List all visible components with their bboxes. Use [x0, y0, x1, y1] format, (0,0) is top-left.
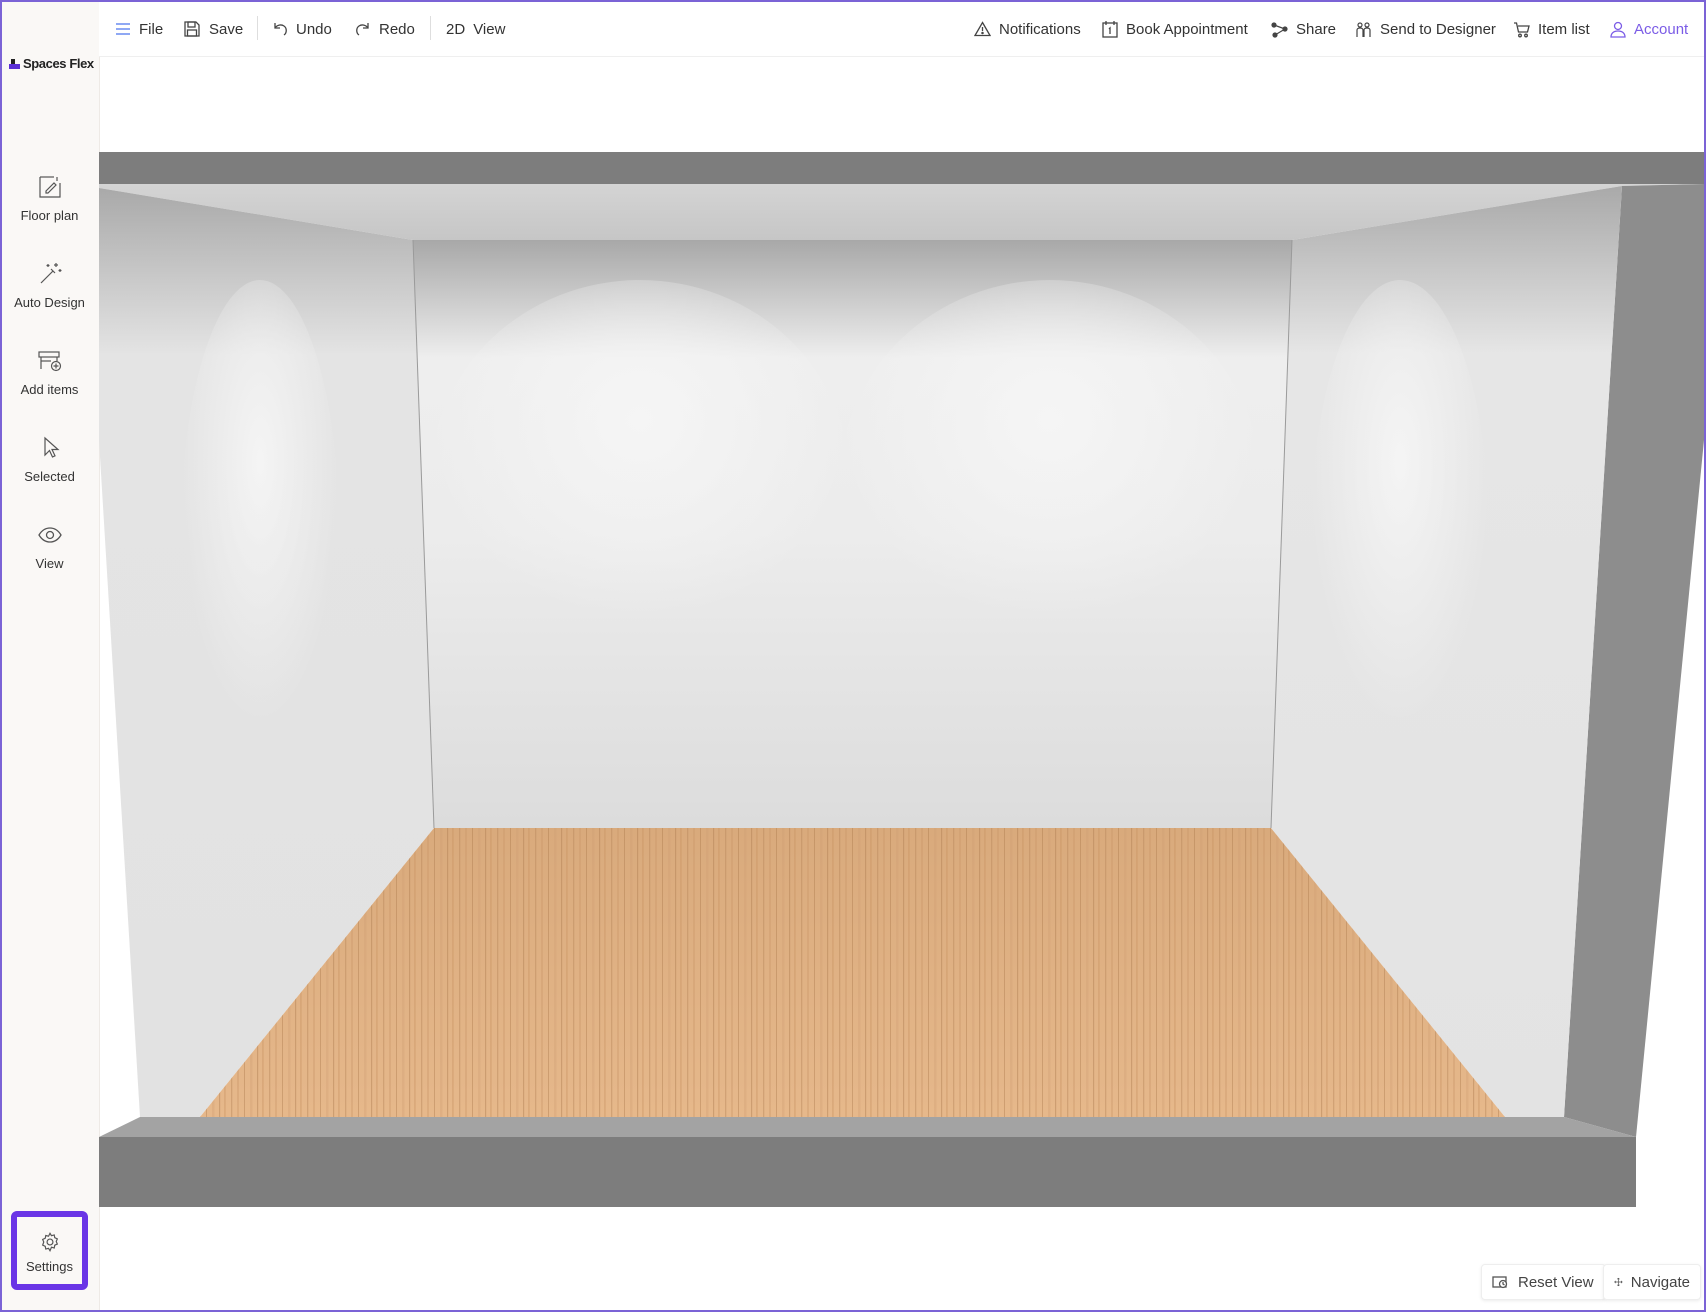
- send-to-designer-button[interactable]: Send to Designer: [1355, 18, 1496, 40]
- base-outer-band: [99, 1137, 1636, 1207]
- add-items-icon: [37, 351, 61, 372]
- sidebar-item-label: Floor plan: [20, 208, 79, 223]
- sidebar-item-view[interactable]: View: [0, 522, 99, 571]
- move-arrows-icon: [1614, 1277, 1623, 1287]
- book-appointment-button[interactable]: Book Appointment: [1102, 18, 1248, 40]
- undo-icon: [274, 23, 287, 36]
- navigate-label: Navigate: [1630, 1273, 1690, 1291]
- magic-wand-icon: [40, 263, 61, 284]
- redo-icon: [356, 23, 369, 36]
- sidebar-item-add-items[interactable]: Add items: [0, 348, 99, 397]
- undo-button[interactable]: Undo: [272, 18, 332, 40]
- cart-icon: [1514, 21, 1530, 37]
- sidebar-item-label: Add items: [20, 382, 79, 397]
- item-list-button[interactable]: Item list: [1513, 18, 1590, 40]
- account-label: Account: [1634, 20, 1689, 38]
- settings-label: Settings: [26, 1259, 73, 1274]
- brand-name: Spaces Flex: [23, 56, 94, 71]
- logo-mark-icon: [9, 59, 20, 69]
- sidebar-item-label: View: [35, 556, 64, 571]
- hamburger-menu-icon: [116, 23, 130, 35]
- light-spot: [1310, 280, 1490, 800]
- 3d-room-viewport[interactable]: [99, 152, 1704, 1207]
- reset-view-icon: [1492, 1276, 1508, 1289]
- item-list-label: Item list: [1538, 20, 1590, 38]
- share-label: Share: [1296, 20, 1337, 38]
- redo-label: Redo: [379, 20, 415, 38]
- save-button[interactable]: Save: [183, 18, 243, 40]
- share-icon: [1271, 21, 1288, 38]
- sidebar-item-floor-plan[interactable]: Floor plan: [0, 174, 99, 223]
- share-button[interactable]: Share: [1271, 18, 1336, 40]
- reset-view-label: Reset View: [1518, 1273, 1594, 1291]
- sidebar-item-selected[interactable]: Selected: [0, 435, 99, 484]
- view-mode-label: 2D: [446, 20, 466, 38]
- user-icon: [1610, 21, 1626, 38]
- light-spot: [430, 280, 850, 680]
- toolbar-divider: [430, 16, 431, 40]
- light-spot: [180, 280, 340, 800]
- toolbar-divider: [257, 16, 258, 40]
- send-to-designer-label: Send to Designer: [1380, 20, 1496, 38]
- sidebar-item-auto-design[interactable]: Auto Design: [0, 261, 99, 310]
- file-menu-button[interactable]: File: [115, 18, 163, 40]
- account-button[interactable]: Account: [1610, 18, 1688, 40]
- redo-button[interactable]: Redo: [355, 18, 415, 40]
- notifications-button[interactable]: Notifications: [974, 18, 1081, 40]
- ceiling-outer-band: [99, 152, 1704, 184]
- save-icon: [184, 21, 200, 37]
- navigate-button[interactable]: Navigate: [1603, 1264, 1701, 1300]
- undo-label: Undo: [296, 20, 332, 38]
- cursor-icon: [43, 436, 60, 458]
- eye-icon: [37, 527, 62, 543]
- settings-button[interactable]: Settings: [11, 1211, 88, 1290]
- left-sidebar: Spaces Flex Floor plan Auto Design Add i…: [0, 0, 100, 1312]
- top-toolbar: File Save Undo Redo 2D View Notification…: [99, 0, 1704, 57]
- 2d-view-toggle[interactable]: 2D View: [446, 18, 505, 40]
- file-label: File: [139, 20, 164, 38]
- designer-icon: [1356, 21, 1371, 37]
- notifications-label: Notifications: [999, 20, 1081, 38]
- floor-plan-icon: [38, 176, 61, 198]
- sidebar-item-label: Auto Design: [14, 295, 85, 310]
- book-appointment-label: Book Appointment: [1126, 20, 1248, 38]
- reset-view-button[interactable]: Reset View: [1481, 1264, 1606, 1300]
- save-label: Save: [209, 20, 244, 38]
- calendar-icon: [1102, 21, 1118, 38]
- warning-icon: [974, 21, 991, 37]
- brand-logo[interactable]: Spaces Flex: [9, 56, 94, 71]
- view-label: View: [473, 20, 506, 38]
- sidebar-item-label: Selected: [24, 469, 75, 484]
- gear-icon: [41, 1232, 58, 1253]
- floor-edge: [99, 1117, 1636, 1137]
- light-spot: [840, 280, 1260, 680]
